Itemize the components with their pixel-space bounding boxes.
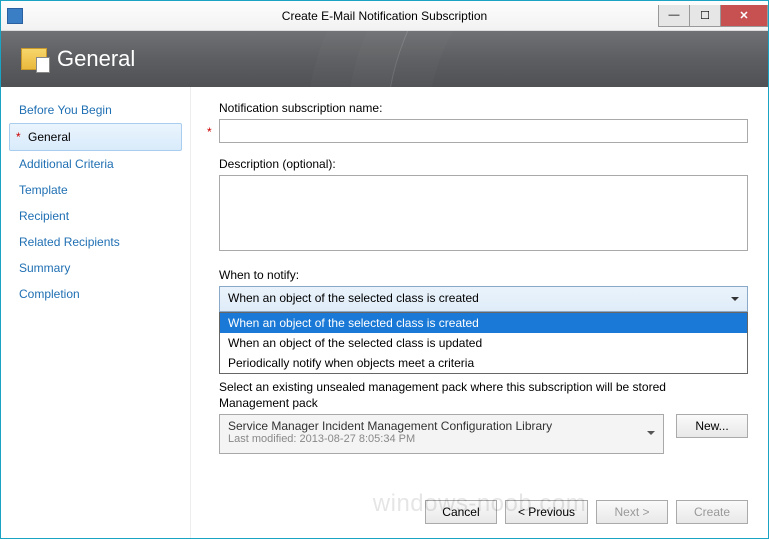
mp-value: Service Manager Incident Management Conf… <box>228 419 641 433</box>
sidebar-item-general[interactable]: General <box>9 123 182 151</box>
mp-note: Select an existing unsealed management p… <box>219 380 748 394</box>
cancel-button[interactable]: Cancel <box>425 500 497 524</box>
minimize-button[interactable]: — <box>658 5 690 27</box>
sidebar-item-related-recipients[interactable]: Related Recipients <box>9 229 182 255</box>
when-to-notify-list: When an object of the selected class is … <box>219 312 748 374</box>
mail-icon <box>21 48 47 70</box>
titlebar: Create E-Mail Notification Subscription … <box>1 1 768 31</box>
create-button[interactable]: Create <box>676 500 748 524</box>
close-button[interactable]: ✕ <box>720 5 768 27</box>
new-mp-button[interactable]: New... <box>676 414 748 438</box>
mp-last-modified: Last modified: 2013-08-27 8:05:34 PM <box>228 433 641 445</box>
window-title: Create E-Mail Notification Subscription <box>1 9 768 23</box>
name-input[interactable] <box>219 119 748 143</box>
sidebar-item-additional-criteria[interactable]: Additional Criteria <box>9 151 182 177</box>
sidebar-item-recipient[interactable]: Recipient <box>9 203 182 229</box>
sidebar-item-template[interactable]: Template <box>9 177 182 203</box>
management-pack-dropdown[interactable]: Service Manager Incident Management Conf… <box>219 414 664 454</box>
content-area: Before You Begin General Additional Crit… <box>1 87 768 538</box>
sidebar-item-summary[interactable]: Summary <box>9 255 182 281</box>
window-controls: — ☐ ✕ <box>659 5 768 27</box>
main-panel: Notification subscription name: Descript… <box>191 87 768 538</box>
maximize-button[interactable]: ☐ <box>689 5 721 27</box>
when-to-notify-selected[interactable]: When an object of the selected class is … <box>219 286 748 312</box>
dropdown-option[interactable]: When an object of the selected class is … <box>220 333 747 353</box>
description-input[interactable] <box>219 175 748 251</box>
mp-label: Management pack <box>219 396 748 410</box>
sidebar-item-before-you-begin[interactable]: Before You Begin <box>9 97 182 123</box>
dropdown-option[interactable]: When an object of the selected class is … <box>220 313 747 333</box>
when-label: When to notify: <box>219 268 748 282</box>
app-icon <box>7 8 23 24</box>
sidebar-item-completion[interactable]: Completion <box>9 281 182 307</box>
name-label: Notification subscription name: <box>219 101 748 115</box>
next-button[interactable]: Next > <box>596 500 668 524</box>
dropdown-option[interactable]: Periodically notify when objects meet a … <box>220 353 747 373</box>
when-to-notify-dropdown[interactable]: When an object of the selected class is … <box>219 286 748 312</box>
wizard-footer: Cancel < Previous Next > Create <box>425 500 748 524</box>
page-title: General <box>57 46 135 72</box>
wizard-header: General <box>1 31 768 87</box>
wizard-steps-sidebar: Before You Begin General Additional Crit… <box>1 87 191 538</box>
previous-button[interactable]: < Previous <box>505 500 588 524</box>
description-label: Description (optional): <box>219 157 748 171</box>
